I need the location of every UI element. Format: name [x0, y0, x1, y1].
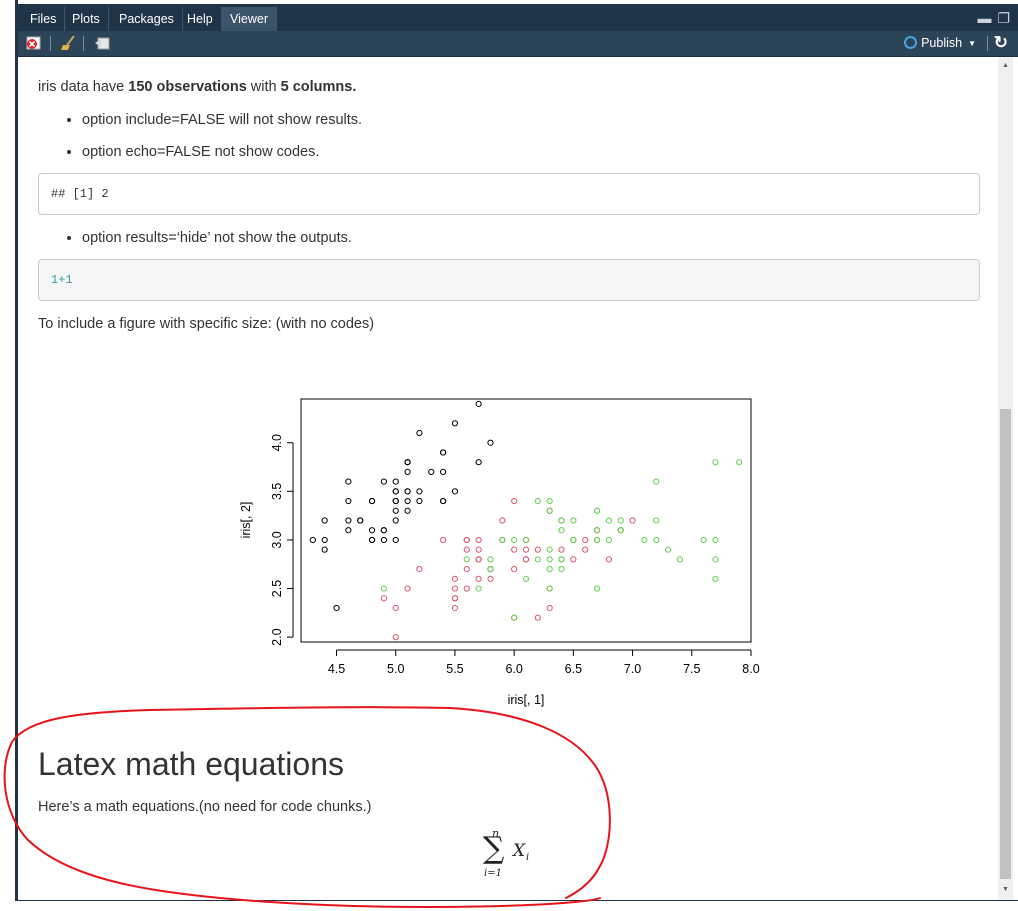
red-ink-annotation	[3, 706, 611, 908]
annotation-circle	[3, 706, 611, 908]
